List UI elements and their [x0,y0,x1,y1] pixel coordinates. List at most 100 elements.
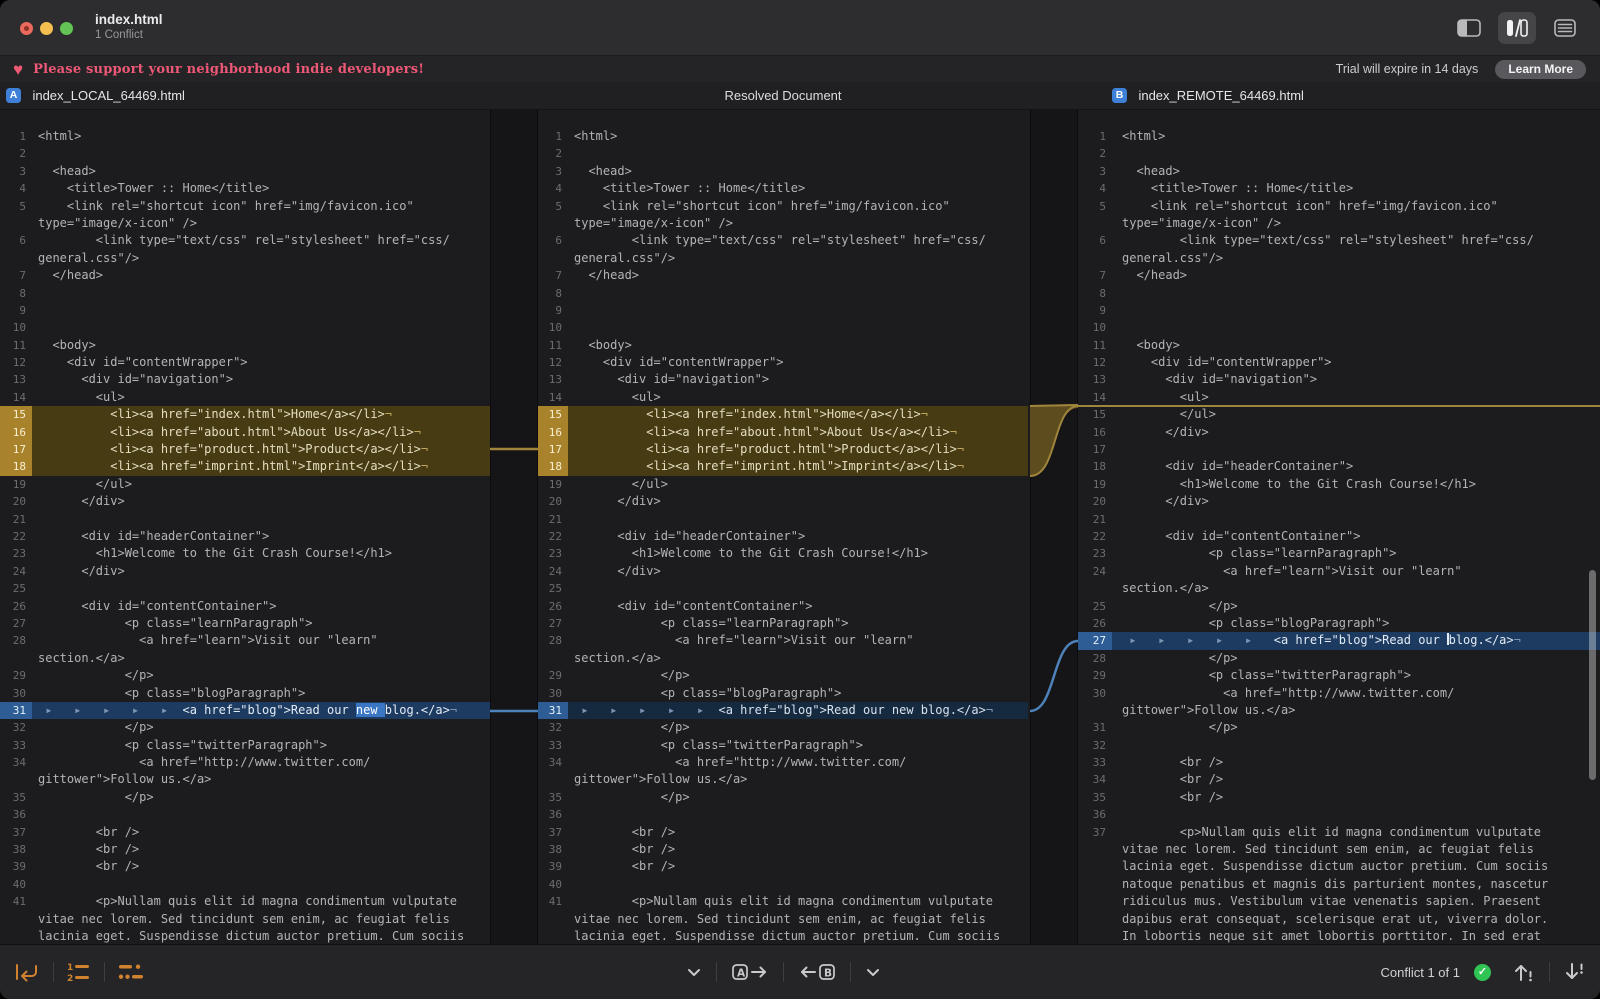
code-row[interactable]: 2 [1078,145,1600,162]
code-row[interactable]: 14 <ul> [0,389,490,406]
code-row[interactable]: 38 <br /> [538,841,1028,858]
zoom-button[interactable] [60,22,73,35]
code-row[interactable]: 7 </head> [538,267,1028,284]
code-row[interactable]: 41 <p>Nullam quis elit id magna condimen… [0,893,490,910]
code-row[interactable]: 15 </ul> [1078,406,1600,423]
code-row[interactable]: 17 <li><a href="product.html">Product</a… [538,441,1028,458]
code-row[interactable]: type="image/x-icon" /> [1078,215,1600,232]
code-row[interactable]: 21 [0,511,490,528]
code-row[interactable]: 33 <p class="twitterParagraph"> [538,737,1028,754]
code-row[interactable]: 14 <ul> [1078,389,1600,406]
code-row[interactable]: 35 <br /> [1078,789,1600,806]
code-row[interactable]: gittower">Follow us.</a> [0,771,490,788]
resolved-code-pane[interactable]: 1<html>23 <head>4 <title>Tower :: Home</… [538,110,1028,944]
code-row[interactable]: 13 <div id="navigation"> [0,371,490,388]
code-row[interactable]: 36 [538,806,1028,823]
code-row[interactable]: 7 </head> [1078,267,1600,284]
remote-code-pane[interactable]: 1<html>23 <head>4 <title>Tower :: Home</… [1078,110,1600,944]
code-row[interactable]: 40 [538,876,1028,893]
code-row[interactable]: 36 [0,806,490,823]
code-row[interactable]: gittower">Follow us.</a> [1078,702,1600,719]
code-row[interactable]: 19 </ul> [0,476,490,493]
code-row[interactable]: 27 <p class="learnParagraph"> [538,615,1028,632]
code-row[interactable]: 30 <a href="http://www.twitter.com/ [1078,685,1600,702]
code-row[interactable]: 34 <br /> [1078,771,1600,788]
code-row[interactable]: 26 <div id="contentContainer"> [0,598,490,615]
code-row[interactable]: 23 <p class="learnParagraph"> [1078,545,1600,562]
code-row[interactable]: 9 [0,302,490,319]
code-row[interactable]: 28 <a href="learn">Visit our "learn" [0,632,490,649]
code-row[interactable]: 30 <p class="blogParagraph"> [0,685,490,702]
code-row[interactable]: 2 [0,145,490,162]
code-row[interactable]: 27 <p class="learnParagraph"> [0,615,490,632]
code-row[interactable]: 4 <title>Tower :: Home</title> [1078,180,1600,197]
code-row[interactable]: 16 <li><a href="about.html">About Us</a>… [538,424,1028,441]
code-row[interactable]: 38 <br /> [0,841,490,858]
code-row[interactable]: general.css"/> [538,250,1028,267]
code-row[interactable]: vitae nec lorem. Sed tincidunt sem enim,… [538,911,1028,928]
code-row[interactable]: 22 <div id="headerContainer"> [0,528,490,545]
code-row[interactable]: 27 ▸ ▸ ▸ ▸ ▸ <a href="blog">Read our blo… [1078,632,1600,649]
code-row[interactable]: 32 </p> [538,719,1028,736]
code-row[interactable]: 8 [1078,285,1600,302]
code-row[interactable]: 23 <h1>Welcome to the Git Crash Course!<… [538,545,1028,562]
code-row[interactable]: 34 <a href="http://www.twitter.com/ [538,754,1028,771]
code-row[interactable]: 31 </p> [1078,719,1600,736]
take-a-icon[interactable]: A [732,962,768,982]
code-row[interactable]: 29 </p> [0,667,490,684]
code-row[interactable]: 11 <body> [1078,337,1600,354]
code-row[interactable]: 24 </div> [0,563,490,580]
code-row[interactable]: 37 <p>Nullam quis elit id magna condimen… [1078,824,1600,841]
code-row[interactable]: 16 </div> [1078,424,1600,441]
code-row[interactable]: 6 <link type="text/css" rel="stylesheet"… [0,232,490,249]
code-row[interactable]: 26 <p class="blogParagraph"> [1078,615,1600,632]
code-row[interactable]: 4 <title>Tower :: Home</title> [0,180,490,197]
code-row[interactable]: 19 </ul> [538,476,1028,493]
code-row[interactable]: 11 <body> [538,337,1028,354]
code-row[interactable]: 14 <ul> [538,389,1028,406]
code-row[interactable]: 25 [0,580,490,597]
code-row[interactable]: 21 [538,511,1028,528]
code-row[interactable]: 21 [1078,511,1600,528]
scrollbar-thumb[interactable] [1589,570,1596,780]
code-row[interactable]: 1<html> [538,128,1028,145]
code-row[interactable]: 25 </p> [1078,598,1600,615]
two-pane-view-icon[interactable] [1450,12,1488,44]
line-numbers-icon[interactable]: 12 [67,961,91,983]
collapse-left-icon[interactable] [687,968,701,977]
take-b-icon[interactable]: B [799,962,835,982]
local-code-pane[interactable]: 1<html>23 <head>4 <title>Tower :: Home</… [0,110,490,944]
code-row[interactable]: 30 <p class="blogParagraph"> [538,685,1028,702]
code-row[interactable]: 24 <a href="learn">Visit our "learn" [1078,563,1600,580]
code-row[interactable]: 12 <div id="contentWrapper"> [1078,354,1600,371]
code-row[interactable]: 31 ▸ ▸ ▸ ▸ ▸ <a href="blog">Read our new… [0,702,490,719]
code-row[interactable]: 28 <a href="learn">Visit our "learn" [538,632,1028,649]
code-row[interactable]: 25 [538,580,1028,597]
code-row[interactable]: 13 <div id="navigation"> [538,371,1028,388]
code-row[interactable]: 22 <div id="headerContainer"> [538,528,1028,545]
code-row[interactable]: 9 [538,302,1028,319]
code-row[interactable]: 9 [1078,302,1600,319]
code-row[interactable]: vitae nec lorem. Sed tincidunt sem enim,… [0,911,490,928]
code-row[interactable]: 39 <br /> [0,858,490,875]
code-row[interactable]: 37 <br /> [538,824,1028,841]
code-row[interactable]: 6 <link type="text/css" rel="stylesheet"… [538,232,1028,249]
code-row[interactable]: 15 <li><a href="index.html">Home</a></li… [538,406,1028,423]
code-row[interactable]: 15 <li><a href="index.html">Home</a></li… [0,406,490,423]
code-row[interactable]: 37 <br /> [0,824,490,841]
code-row[interactable]: 12 <div id="contentWrapper"> [538,354,1028,371]
code-row[interactable]: ridiculus mus. Vestibulum vitae venenati… [1078,893,1600,910]
code-row[interactable]: gittower">Follow us.</a> [538,771,1028,788]
code-row[interactable]: 33 <p class="twitterParagraph"> [0,737,490,754]
collapse-right-icon[interactable] [866,968,880,977]
code-row[interactable]: 5 <link rel="shortcut icon" href="img/fa… [538,198,1028,215]
code-row[interactable]: 3 <head> [1078,163,1600,180]
code-row[interactable]: 34 <a href="http://www.twitter.com/ [0,754,490,771]
code-row[interactable]: 35 </p> [538,789,1028,806]
code-row[interactable]: 28 </p> [1078,650,1600,667]
close-button[interactable] [20,22,33,35]
code-row[interactable]: 31 ▸ ▸ ▸ ▸ ▸ <a href="blog">Read our new… [538,702,1028,719]
code-row[interactable]: 29 <p class="twitterParagraph"> [1078,667,1600,684]
minimize-button[interactable] [40,22,53,35]
code-row[interactable]: lacinia eget. Suspendisse dictum auctor … [1078,858,1600,875]
